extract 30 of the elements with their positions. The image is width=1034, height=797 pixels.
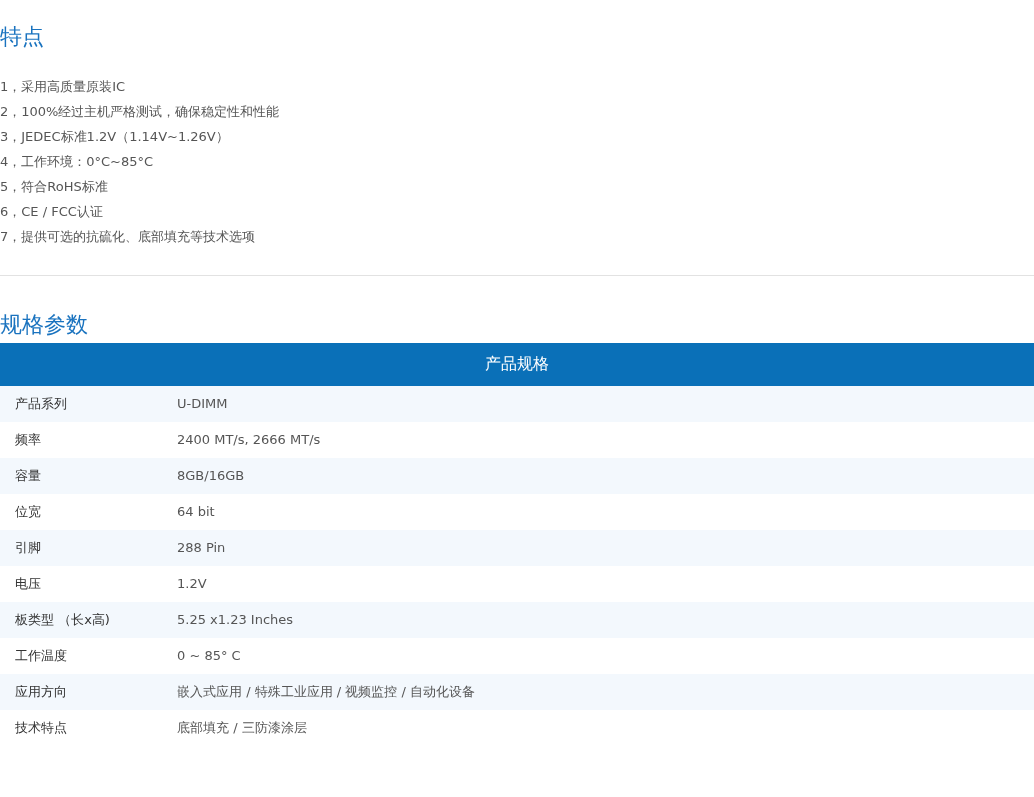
table-title: 产品规格 (485, 353, 549, 376)
table-cell-text: 产品系列 (14, 395, 68, 414)
table-cell-text: 电压 (14, 575, 42, 594)
feature-item: 7，提供可选的抗硫化、底部填充等技术选项 (0, 229, 256, 245)
table-cell-text: 底部填充 / 三防漆涂层 (177, 719, 307, 738)
table-cell-text: 应用方向 (14, 683, 68, 702)
feature-item: 2，100%经过主机严格测试，确保稳定性和性能 (0, 104, 280, 120)
table-cell-text: 8GB/16GB (177, 467, 245, 486)
table-cell-text: 引脚 (14, 539, 42, 558)
table-cell-text: 1.2V (177, 575, 207, 594)
table-cell-text: U-DIMM (177, 395, 228, 414)
table-cell-text: 板类型 （长x高) (14, 611, 111, 630)
table-cell-text: 5.25 x1.23 Inches (177, 611, 294, 630)
feature-item: 5，符合RoHS标准 (0, 179, 108, 195)
feature-item: 3，JEDEC标准1.2V（1.14V~1.26V） (0, 129, 229, 145)
table-cell-text: 288 Pin (177, 539, 226, 558)
table-cell-text: 技术特点 (14, 719, 68, 738)
table-cell-text: 嵌入式应用 / 特殊工业应用 / 视频监控 / 自动化设备 (177, 683, 475, 702)
section-title: 特点 (0, 24, 45, 51)
feature-item: 1，采用高质量原装IC (0, 79, 126, 95)
section-title: 规格参数 (0, 312, 89, 339)
table-cell-text: 2400 MT/s, 2666 MT/s (177, 431, 321, 450)
feature-item: 6，CE / FCC认证 (0, 204, 103, 220)
table-cell-text: 0 ~ 85° C (177, 647, 241, 666)
table-cell-text: 位宽 (14, 503, 42, 522)
feature-item: 4，工作环境：0°C~85°C (0, 154, 154, 170)
table-cell-text: 工作温度 (14, 647, 68, 666)
table-cell-text: 频率 (14, 431, 42, 450)
table-cell-text: 64 bit (177, 503, 215, 522)
table-cell-text: 容量 (14, 467, 42, 486)
